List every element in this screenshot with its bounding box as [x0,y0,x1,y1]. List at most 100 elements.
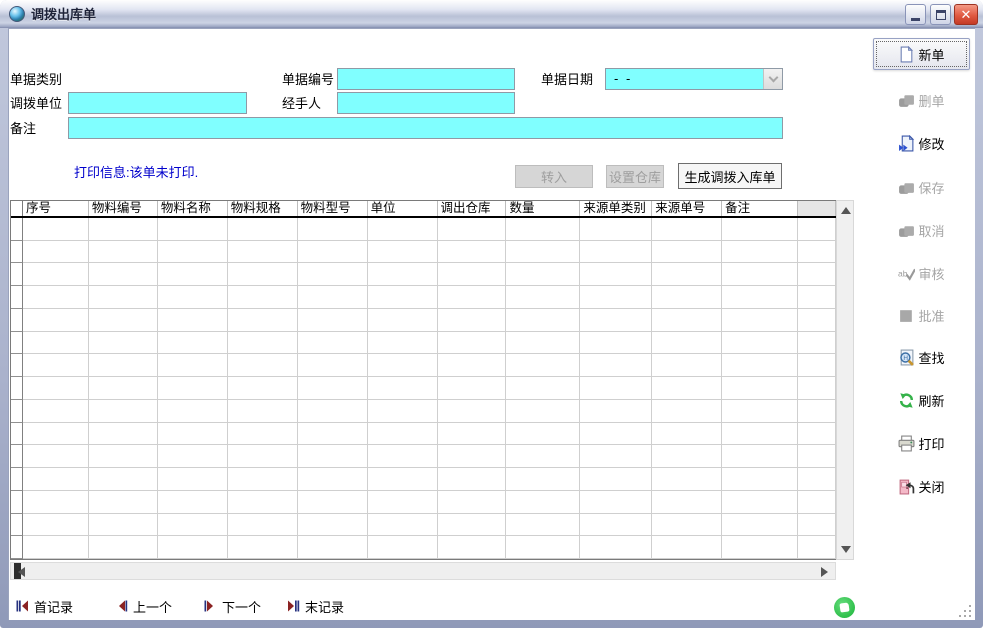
table-cell[interactable] [368,377,438,400]
table-cell[interactable] [722,536,798,559]
table-cell[interactable] [368,536,438,559]
table-cell[interactable] [438,354,507,377]
table-cell[interactable] [368,309,438,332]
table-cell[interactable] [506,536,580,559]
table-cell[interactable] [506,354,580,377]
table-cell[interactable] [438,514,507,537]
table-cell[interactable] [580,423,652,446]
table-cell[interactable] [506,286,580,309]
table-cell[interactable] [722,400,798,423]
table-row[interactable] [11,309,836,332]
table-cell[interactable] [722,263,798,286]
minimize-button[interactable] [905,4,926,25]
row-selector-cell[interactable] [11,491,23,514]
close-button[interactable]: ✕ [954,4,978,25]
table-cell[interactable] [228,354,298,377]
table-cell[interactable] [158,309,228,332]
table-cell[interactable] [438,241,507,264]
table-cell[interactable] [798,536,836,559]
table-row[interactable] [11,400,836,423]
table-cell[interactable] [23,309,89,332]
table-cell[interactable] [298,354,368,377]
table-cell[interactable] [438,423,507,446]
table-cell[interactable] [298,218,368,241]
row-selector-cell[interactable] [11,309,23,332]
table-cell[interactable] [438,309,507,332]
table-cell[interactable] [580,332,652,355]
row-selector-cell[interactable] [11,536,23,559]
table-cell[interactable] [368,468,438,491]
table-cell[interactable] [722,468,798,491]
table-cell[interactable] [506,377,580,400]
table-cell[interactable] [228,218,298,241]
table-cell[interactable] [438,400,507,423]
table-cell[interactable] [652,332,722,355]
table-cell[interactable] [368,241,438,264]
sidebar-button-new-doc[interactable]: 新单 [873,38,970,70]
table-cell[interactable] [23,468,89,491]
table-cell[interactable] [438,491,507,514]
row-selector-cell[interactable] [11,241,23,264]
row-selector-cell[interactable] [11,423,23,446]
scroll-left-icon[interactable] [18,567,25,577]
table-cell[interactable] [298,423,368,446]
table-cell[interactable] [298,377,368,400]
table-row[interactable] [11,263,836,286]
remark-input[interactable] [68,117,783,139]
table-cell[interactable] [798,309,836,332]
table-cell[interactable] [158,445,228,468]
table-cell[interactable] [652,309,722,332]
sidebar-button-edit-doc[interactable]: 修改 [873,130,970,156]
table-cell[interactable] [580,218,652,241]
table-cell[interactable] [23,354,89,377]
nav-previous-record-button[interactable]: 上一个 [115,596,172,616]
row-selector-cell[interactable] [11,377,23,400]
table-cell[interactable] [368,491,438,514]
row-selector-cell[interactable] [11,468,23,491]
table-cell[interactable] [580,468,652,491]
table-cell[interactable] [158,286,228,309]
table-cell[interactable] [722,377,798,400]
sidebar-button-print[interactable]: 打印 [873,430,970,456]
table-cell[interactable] [722,491,798,514]
table-cell[interactable] [438,332,507,355]
status-green-icon[interactable] [834,597,855,618]
handler-input[interactable] [337,92,515,114]
table-cell[interactable] [722,218,798,241]
table-cell[interactable] [652,536,722,559]
row-selector-cell[interactable] [11,332,23,355]
table-cell[interactable] [298,241,368,264]
table-cell[interactable] [368,218,438,241]
table-cell[interactable] [722,354,798,377]
chevron-down-icon[interactable] [763,69,782,89]
table-cell[interactable] [89,218,158,241]
table-cell[interactable] [506,423,580,446]
table-cell[interactable] [506,445,580,468]
table-cell[interactable] [228,491,298,514]
table-cell[interactable] [298,286,368,309]
table-cell[interactable] [23,241,89,264]
table-cell[interactable] [228,241,298,264]
table-cell[interactable] [580,514,652,537]
nav-next-record-button[interactable]: 下一个 [204,596,261,616]
table-cell[interactable] [722,241,798,264]
table-cell[interactable] [798,218,836,241]
transfer-unit-input[interactable] [68,92,247,114]
row-selector-cell[interactable] [11,354,23,377]
table-cell[interactable] [798,286,836,309]
table-cell[interactable] [298,400,368,423]
table-cell[interactable] [506,491,580,514]
table-cell[interactable] [722,514,798,537]
table-cell[interactable] [89,468,158,491]
table-cell[interactable] [158,400,228,423]
table-cell[interactable] [722,309,798,332]
table-cell[interactable] [652,241,722,264]
table-cell[interactable] [228,400,298,423]
table-cell[interactable] [722,423,798,446]
table-cell[interactable] [228,514,298,537]
table-cell[interactable] [722,445,798,468]
table-cell[interactable] [580,241,652,264]
table-cell[interactable] [158,332,228,355]
table-cell[interactable] [228,263,298,286]
table-row[interactable] [11,286,836,309]
